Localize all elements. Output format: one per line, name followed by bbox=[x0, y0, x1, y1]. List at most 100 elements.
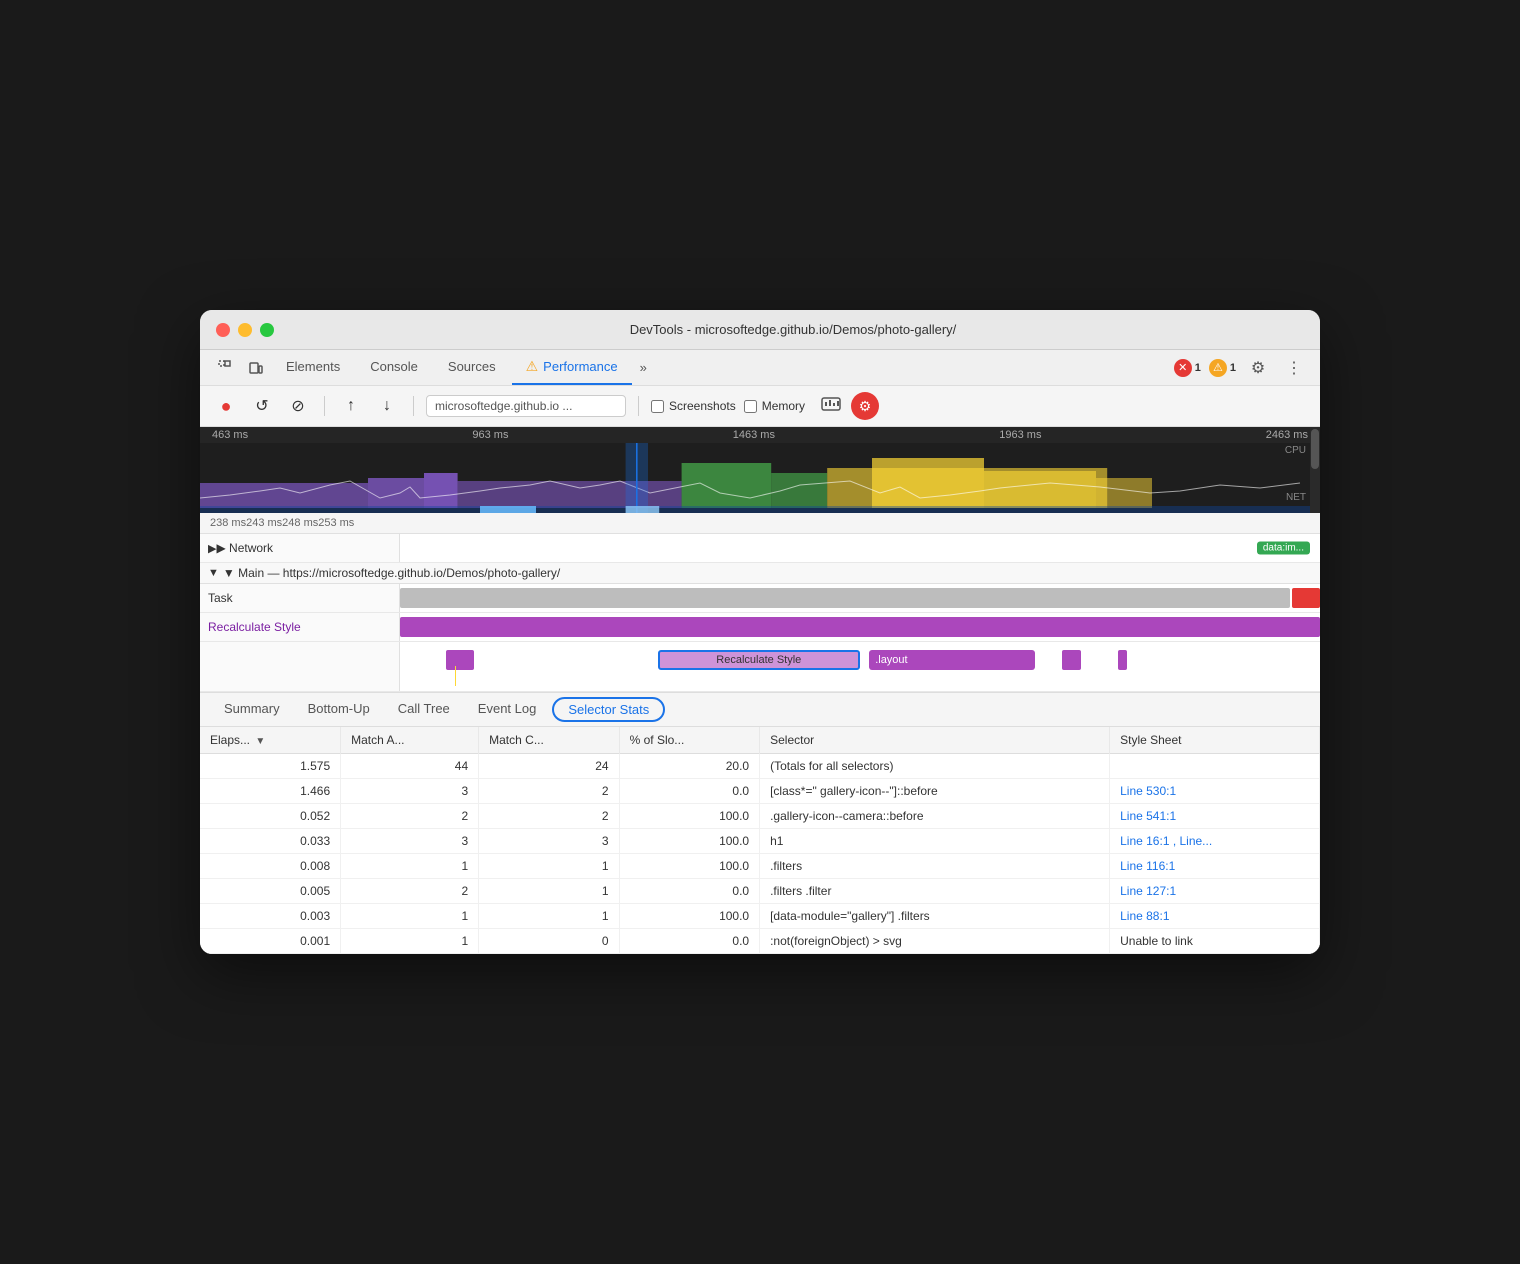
traffic-lights bbox=[216, 323, 274, 337]
cell-5-1: 2 bbox=[341, 879, 479, 904]
table-row[interactable]: 1.466320.0[class*=" gallery-icon--"]::be… bbox=[200, 779, 1320, 804]
tab-bottom-up[interactable]: Bottom-Up bbox=[294, 693, 384, 726]
download-button[interactable]: ↓ bbox=[373, 392, 401, 420]
cell-5-5[interactable]: Line 127:1 bbox=[1110, 879, 1320, 904]
detail-time-243: 243 ms bbox=[246, 517, 282, 529]
tab-performance[interactable]: ⚠ Performance bbox=[512, 350, 632, 385]
table-row[interactable]: 0.00811100.0.filtersLine 116:1 bbox=[200, 854, 1320, 879]
tab-selector-stats[interactable]: Selector Stats bbox=[552, 697, 665, 722]
cell-4-5[interactable]: Line 116:1 bbox=[1110, 854, 1320, 879]
main-track-label: ▼ Main — https://microsoftedge.github.io… bbox=[223, 566, 560, 580]
cell-1-4: [class*=" gallery-icon--"]::before bbox=[760, 779, 1110, 804]
cell-1-5[interactable]: Line 530:1 bbox=[1110, 779, 1320, 804]
tab-elements[interactable]: Elements bbox=[272, 351, 354, 384]
cell-0-5 bbox=[1110, 754, 1320, 779]
inspect-icon[interactable] bbox=[212, 354, 240, 382]
network-track: ▶ ▶ Network data:im... bbox=[200, 534, 1320, 563]
table-header: Elaps... ▼ Match A... Match C... % of Sl… bbox=[200, 727, 1320, 754]
error-icon: ✕ bbox=[1174, 359, 1192, 377]
tab-summary[interactable]: Summary bbox=[210, 693, 294, 726]
cell-4-3: 100.0 bbox=[619, 854, 759, 879]
cell-4-1: 1 bbox=[341, 854, 479, 879]
cell-6-5[interactable]: Line 88:1 bbox=[1110, 904, 1320, 929]
memory-checkbox[interactable] bbox=[744, 400, 757, 413]
col-match-attempts[interactable]: Match A... bbox=[341, 727, 479, 754]
col-match-count[interactable]: Match C... bbox=[479, 727, 619, 754]
record-button[interactable]: ● bbox=[212, 392, 240, 420]
col-elapsed[interactable]: Elaps... ▼ bbox=[200, 727, 341, 754]
tab-call-tree[interactable]: Call Tree bbox=[384, 693, 464, 726]
col-selector[interactable]: Selector bbox=[760, 727, 1110, 754]
screenshots-checkbox[interactable] bbox=[651, 400, 664, 413]
maximize-button[interactable] bbox=[260, 323, 274, 337]
sort-arrow-elapsed: ▼ bbox=[255, 736, 265, 747]
close-button[interactable] bbox=[216, 323, 230, 337]
error-count: 1 bbox=[1195, 362, 1201, 374]
table-row[interactable]: 0.05222100.0.gallery-icon--camera::befor… bbox=[200, 804, 1320, 829]
memory-checkbox-label[interactable]: Memory bbox=[744, 399, 805, 413]
cell-6-2: 1 bbox=[479, 904, 619, 929]
table-row[interactable]: 1.575442420.0(Totals for all selectors) bbox=[200, 754, 1320, 779]
flame-recalc-style[interactable]: Recalculate Style bbox=[658, 650, 860, 670]
tab-event-log[interactable]: Event Log bbox=[464, 693, 551, 726]
tab-bar: Elements Console Sources ⚠ Performance »… bbox=[200, 350, 1320, 386]
perf-settings-button[interactable]: ⚙ bbox=[851, 392, 879, 420]
tab-more[interactable]: » bbox=[634, 352, 653, 383]
flame-marker-yellow bbox=[455, 666, 456, 686]
tab-sources[interactable]: Sources bbox=[434, 351, 510, 384]
settings-icon[interactable]: ⚙ bbox=[1244, 354, 1272, 382]
cell-2-4: .gallery-icon--camera::before bbox=[760, 804, 1110, 829]
timeline-scrollbar-thumb[interactable] bbox=[1311, 429, 1319, 469]
table-row[interactable]: 0.00311100.0[data-module="gallery"] .fil… bbox=[200, 904, 1320, 929]
timeline-scrollbar[interactable] bbox=[1310, 427, 1320, 513]
screenshots-checkbox-label[interactable]: Screenshots bbox=[651, 399, 736, 413]
cell-2-2: 2 bbox=[479, 804, 619, 829]
more-icon[interactable]: ⋮ bbox=[1280, 354, 1308, 382]
table-row[interactable]: 0.03333100.0h1Line 16:1 , Line... bbox=[200, 829, 1320, 854]
separator-1 bbox=[324, 396, 325, 416]
col-pct-slow[interactable]: % of Slo... bbox=[619, 727, 759, 754]
reload-record-button[interactable]: ↺ bbox=[248, 392, 276, 420]
cell-2-3: 100.0 bbox=[619, 804, 759, 829]
minimize-button[interactable] bbox=[238, 323, 252, 337]
main-expand-icon[interactable]: ▼ bbox=[208, 567, 219, 579]
time-463: 463 ms bbox=[212, 429, 248, 441]
warning-count: 1 bbox=[1230, 362, 1236, 374]
flame-layout[interactable]: .layout bbox=[869, 650, 1035, 670]
cpu-label: CPU bbox=[1285, 445, 1306, 456]
warning-count-group: ⚠ 1 bbox=[1209, 359, 1236, 377]
cell-6-0: 0.003 bbox=[200, 904, 341, 929]
device-icon[interactable] bbox=[242, 354, 270, 382]
cell-0-1: 44 bbox=[341, 754, 479, 779]
flame-small-2 bbox=[1062, 650, 1080, 670]
cell-0-0: 1.575 bbox=[200, 754, 341, 779]
clear-button[interactable]: ⊘ bbox=[284, 392, 312, 420]
cell-0-3: 20.0 bbox=[619, 754, 759, 779]
cell-7-2: 0 bbox=[479, 929, 619, 954]
col-stylesheet[interactable]: Style Sheet bbox=[1110, 727, 1320, 754]
table-body: 1.575442420.0(Totals for all selectors)1… bbox=[200, 754, 1320, 954]
network-expand-icon[interactable]: ▶ bbox=[208, 542, 216, 555]
cell-2-5[interactable]: Line 541:1 bbox=[1110, 804, 1320, 829]
table-row[interactable]: 0.005210.0.filters .filterLine 127:1 bbox=[200, 879, 1320, 904]
task-viz bbox=[400, 584, 1320, 612]
task-bar bbox=[400, 588, 1290, 608]
upload-button[interactable]: ↑ bbox=[337, 392, 365, 420]
cell-3-5[interactable]: Line 16:1 , Line... bbox=[1110, 829, 1320, 854]
cell-2-1: 2 bbox=[341, 804, 479, 829]
task-track: Task bbox=[200, 584, 1320, 613]
recalc-bar bbox=[400, 617, 1320, 637]
network-viz: data:im... bbox=[400, 534, 1320, 562]
cell-7-0: 0.001 bbox=[200, 929, 341, 954]
tab-console[interactable]: Console bbox=[356, 351, 432, 384]
table-row[interactable]: 0.001100.0:not(foreignObject) > svgUnabl… bbox=[200, 929, 1320, 954]
cell-1-3: 0.0 bbox=[619, 779, 759, 804]
error-count-group: ✕ 1 bbox=[1174, 359, 1201, 377]
cell-7-4: :not(foreignObject) > svg bbox=[760, 929, 1110, 954]
cell-3-4: h1 bbox=[760, 829, 1110, 854]
network-throttle-icon[interactable] bbox=[821, 395, 843, 418]
window-title: DevTools - microsoftedge.github.io/Demos… bbox=[282, 322, 1304, 337]
cell-1-1: 3 bbox=[341, 779, 479, 804]
cpu-chart bbox=[200, 443, 1320, 513]
flame-small-1 bbox=[446, 650, 474, 670]
